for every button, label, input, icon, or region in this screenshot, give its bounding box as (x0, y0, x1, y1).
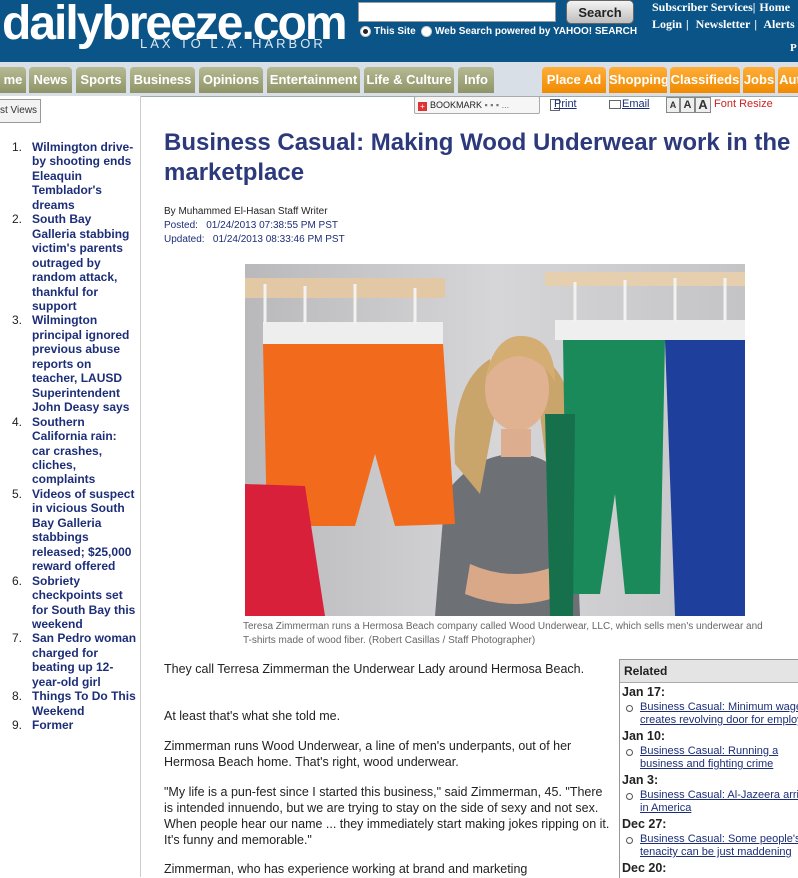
share-icons: ▪ ▪ ▪ ... (484, 100, 510, 110)
posted-timestamp: Posted: 01/24/2013 07:38:55 PM PST (164, 220, 339, 231)
article-paragraph: Zimmerman, who has experience working at… (164, 862, 528, 876)
nav-tab-classifieds[interactable]: Classifieds (670, 67, 740, 93)
bullet-icon (626, 705, 633, 712)
related-link[interactable]: in America (620, 802, 798, 815)
radio-selected-icon (360, 26, 371, 37)
related-date: Jan 17: (622, 685, 666, 699)
alerts-link[interactable]: Alerts (763, 17, 794, 31)
list-item[interactable]: 7. San Pedro woman charged for beating up… (0, 631, 140, 689)
list-item[interactable]: 3. Wilmington principal ignored previous … (0, 313, 140, 414)
subscriber-services-link[interactable]: Subscriber Services| (652, 0, 755, 14)
nav-tab-info[interactable]: Info (458, 67, 494, 93)
email-link[interactable]: Email (622, 96, 650, 112)
article-paragraph: At least that's what she told me. (164, 709, 341, 723)
article-paragraph: Zimmerman runs Wood Underwear, a line of… (164, 739, 572, 769)
related-link[interactable]: business and fighting crime (620, 758, 798, 771)
photo-caption: Teresa Zimmerman runs a Hermosa Beach co… (243, 621, 763, 646)
list-item[interactable]: 1. Wilmington drive-by shooting ends Elea… (0, 140, 140, 212)
list-item[interactable]: 6. Sobriety checkpoints set for South Bay… (0, 574, 140, 632)
article-byline: By Muhammed El-Hasan Staff Writer (164, 206, 328, 217)
list-item[interactable]: 5. Videos of suspect in vicious South Bay… (0, 487, 140, 574)
login-link[interactable]: Login (652, 17, 682, 31)
related-link[interactable]: tenacity can be just maddening (620, 846, 798, 859)
font-resize-label: Font Resize (714, 98, 773, 110)
font-small-button[interactable]: A (666, 97, 680, 113)
radio-web-search[interactable]: Web Search powered by YAHOO! SEARCH (421, 26, 637, 37)
plus-icon: + (418, 102, 427, 111)
bullet-icon (626, 749, 633, 756)
radio-this-site[interactable]: This Site (360, 26, 416, 37)
related-link[interactable]: Business Casual: Running a (620, 745, 798, 758)
nav-tab-entertainment[interactable]: Entertainment (267, 67, 360, 93)
article-headline: Business Casual: Making Wood Underwear w… (164, 129, 791, 186)
envelope-icon (609, 100, 621, 109)
related-date: Jan 10: (622, 729, 666, 743)
article-paragraph: "My life is a pun-fest since I started t… (164, 785, 610, 847)
related-date: Dec 27: (622, 817, 667, 831)
article-photo[interactable] (245, 264, 745, 616)
search-input[interactable] (358, 2, 556, 22)
article-paragraph: They call Terresa Zimmerman the Underwea… (164, 662, 585, 676)
list-item[interactable]: 4. Southern California rain: car crashes,… (0, 415, 140, 487)
nav-tab-news[interactable]: News (29, 67, 72, 93)
account-links: Subscriber Services| Home Login | Newslett… (652, 0, 795, 31)
list-item[interactable]: 9. Former (0, 718, 140, 732)
related-link[interactable]: Business Casual: Minimum wage (620, 701, 798, 714)
nav-tab-place-ad[interactable]: Place Ad (542, 67, 606, 93)
photo-illustration (245, 264, 745, 616)
main-nav: me News Sports Business Opinions Enterta… (0, 62, 798, 97)
nav-tab-sports[interactable]: Sports (76, 67, 126, 93)
bullet-icon (626, 837, 633, 844)
nav-tab-shopping[interactable]: Shopping (609, 67, 667, 93)
nav-tab-business[interactable]: Business (130, 67, 195, 93)
nav-tab-opinions[interactable]: Opinions (199, 67, 263, 93)
related-link[interactable]: creates revolving door for employ (620, 714, 798, 727)
bullet-icon (626, 793, 633, 800)
font-large-button[interactable]: A (695, 97, 711, 113)
font-medium-button[interactable]: A (680, 97, 695, 113)
radio-unselected-icon (421, 26, 432, 37)
home-link[interactable]: Home (759, 0, 790, 14)
most-views-tab[interactable]: st Views (0, 99, 41, 123)
related-link[interactable]: Business Casual: Al-Jazeera arri (620, 789, 798, 802)
list-item[interactable]: 8. Things To Do This Weekend (0, 689, 140, 718)
related-date: Jan 3: (622, 773, 659, 787)
nav-tab-jobs[interactable]: Jobs (743, 67, 775, 93)
site-header: dailybreeze.com LAX TO L.A. HARBOR Searc… (0, 0, 798, 62)
related-title: Related (620, 660, 798, 683)
bookmark-button[interactable]: + BOOKMARK ▪ ▪ ▪ ... (414, 96, 540, 114)
related-link[interactable]: Business Casual: Some people's (620, 833, 798, 846)
most-viewed-list: 1. Wilmington drive-by shooting ends Elea… (0, 140, 140, 733)
related-box: Related Jan 17: Business Casual: Minimum… (619, 659, 798, 878)
header-truncated-link[interactable]: P (790, 42, 797, 54)
related-date: Dec 20: (622, 861, 667, 875)
site-tagline: LAX TO L.A. HARBOR (140, 36, 326, 51)
print-link[interactable]: Print (554, 96, 577, 112)
newsletter-link[interactable]: Newsletter (696, 17, 751, 31)
nav-tab-home[interactable]: me (0, 67, 26, 93)
updated-timestamp: Updated: 01/24/2013 08:33:46 PM PST (164, 234, 345, 245)
most-viewed-sidebar: st Views 1. Wilmington drive-by shooting … (0, 96, 141, 877)
search-button[interactable]: Search (566, 0, 634, 24)
nav-tab-autos[interactable]: Aut (778, 67, 798, 93)
nav-tab-life-culture[interactable]: Life & Culture (364, 67, 454, 93)
list-item[interactable]: 2. South Bay Galleria stabbing victim's p… (0, 212, 140, 313)
